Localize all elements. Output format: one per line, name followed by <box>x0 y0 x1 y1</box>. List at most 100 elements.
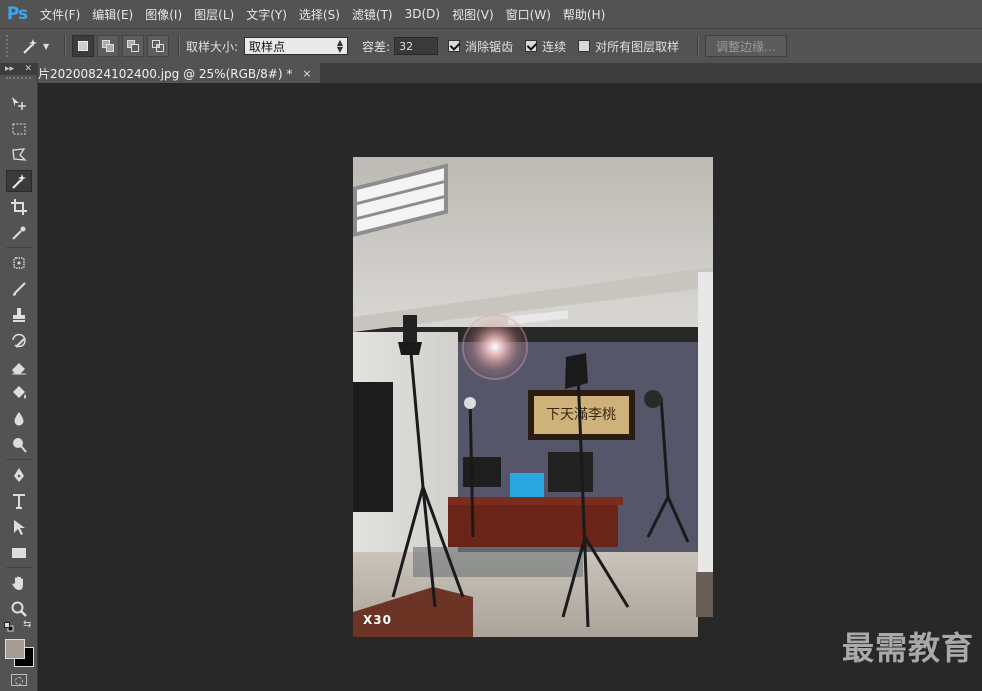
rectangle-icon <box>12 548 26 558</box>
default-colors-icon[interactable] <box>4 622 14 632</box>
contiguous-option[interactable]: 连续 <box>525 38 566 55</box>
toolbox-divider <box>6 567 32 568</box>
camera-watermark: X30 <box>363 613 392 627</box>
move-tool[interactable] <box>6 92 32 114</box>
path-selection-icon <box>14 520 25 535</box>
options-bar: ▼ 取样大小: 取样点 ▲ ▼ 容差: 32 消除锯齿 连续 对所有图层取样 调整… <box>0 28 982 64</box>
document-tab[interactable]: 片20200824102400.jpg @ 25%(RGB/8#) * × <box>38 63 320 83</box>
type-icon <box>13 494 25 509</box>
document-tab-strip: 片20200824102400.jpg @ 25%(RGB/8#) * × <box>38 63 982 83</box>
antialias-checkbox[interactable] <box>448 40 461 52</box>
water-drop-icon <box>14 412 24 426</box>
subtract-selection-icon <box>127 40 139 52</box>
rectangular-marquee-icon <box>12 123 26 135</box>
menu-window[interactable]: 窗口(W) <box>500 6 557 23</box>
lasso-tool[interactable] <box>6 144 32 166</box>
all-layers-option[interactable]: 对所有图层取样 <box>578 38 679 55</box>
magic-wand-icon <box>12 174 26 189</box>
dodge-icon <box>13 438 27 453</box>
toolbox: ▸▸ ✕ ⇆ <box>0 63 38 691</box>
refine-edge-button[interactable]: 调整边缘... <box>705 35 787 57</box>
move-icon <box>12 97 26 110</box>
tool-preset-picker[interactable]: ▼ <box>20 33 58 59</box>
site-watermark: 最需教育 <box>841 629 974 667</box>
menu-layer[interactable]: 图层(L) <box>188 6 240 23</box>
magic-wand-tool[interactable] <box>6 170 32 192</box>
divider <box>64 35 66 57</box>
rectangle-tool[interactable] <box>6 542 32 564</box>
clone-stamp-tool[interactable] <box>6 304 32 326</box>
add-to-selection-button[interactable] <box>97 35 119 57</box>
brush-icon <box>13 282 26 296</box>
antialias-label: 消除锯齿 <box>465 39 514 54</box>
menu-view[interactable]: 视图(V) <box>446 6 500 23</box>
close-panel-icon[interactable]: ✕ <box>24 64 32 74</box>
bandage-icon <box>13 257 25 269</box>
new-selection-icon <box>78 41 88 51</box>
hand-tool[interactable] <box>6 572 32 594</box>
dodge-tool[interactable] <box>6 434 32 456</box>
paint-bucket-icon <box>13 386 26 399</box>
history-brush-tool[interactable] <box>6 330 32 352</box>
sample-size-label: 取样大小: <box>186 39 239 54</box>
menu-select[interactable]: 选择(S) <box>293 6 346 23</box>
zoom-tool[interactable] <box>6 598 32 620</box>
contiguous-label: 连续 <box>542 39 567 54</box>
hand-icon <box>12 576 23 590</box>
menu-help[interactable]: 帮助(H) <box>557 6 611 23</box>
antialias-option[interactable]: 消除锯齿 <box>448 38 513 55</box>
foreground-color-swatch[interactable] <box>5 639 25 659</box>
menu-type[interactable]: 文字(Y) <box>240 6 293 23</box>
options-grip[interactable] <box>6 35 16 57</box>
office-photo: 下天滿李桃 <box>353 157 713 637</box>
menu-bar: Ps 文件(F) 编辑(E) 图像(I) 图层(L) 文字(Y) 选择(S) 滤… <box>0 0 982 28</box>
eraser-tool[interactable] <box>6 356 32 378</box>
photoshop-logo: Ps <box>6 4 28 24</box>
tolerance-label: 容差: <box>362 39 391 54</box>
magic-wand-icon <box>23 39 37 54</box>
close-icon[interactable]: × <box>302 67 311 80</box>
toolbox-divider <box>6 247 32 248</box>
stamp-icon <box>13 308 25 322</box>
healing-brush-tool[interactable] <box>6 252 32 274</box>
intersect-selection-button[interactable] <box>147 35 169 57</box>
sample-size-select[interactable]: 取样点 ▲ ▼ <box>244 37 349 55</box>
subtract-from-selection-button[interactable] <box>122 35 144 57</box>
eyedropper-icon <box>12 226 26 240</box>
divider <box>697 35 700 57</box>
pen-tool[interactable] <box>6 464 32 486</box>
quick-mask-button[interactable] <box>11 674 27 686</box>
quick-mask-icon <box>15 677 23 685</box>
blur-tool[interactable] <box>6 408 32 430</box>
crop-tool[interactable] <box>6 196 32 218</box>
path-selection-tool[interactable] <box>6 516 32 538</box>
divider <box>178 35 180 57</box>
all-layers-checkbox[interactable] <box>578 40 591 52</box>
menu-3d[interactable]: 3D(D) <box>399 7 446 21</box>
menu-image[interactable]: 图像(I) <box>139 6 188 23</box>
toolbox-header: ▸▸ ✕ <box>0 63 37 75</box>
swap-colors-icon[interactable]: ⇆ <box>23 619 31 630</box>
expand-panel-icon[interactable]: ▸▸ <box>5 64 14 74</box>
zoom-icon <box>11 601 27 617</box>
crop-icon <box>11 199 27 215</box>
menu-filter[interactable]: 滤镜(T) <box>346 6 399 23</box>
chevron-down-icon: ▼ <box>43 41 50 51</box>
intersect-selection-icon <box>152 40 164 52</box>
menu-edit[interactable]: 编辑(E) <box>86 6 139 23</box>
document-canvas[interactable]: 下天滿李桃 X30 <box>353 157 713 637</box>
polygonal-lasso-icon <box>12 148 27 161</box>
new-selection-button[interactable] <box>72 35 94 57</box>
menu-file[interactable]: 文件(F) <box>34 6 86 23</box>
marquee-tool[interactable] <box>6 118 32 140</box>
updown-arrow-icon: ▲ ▼ <box>336 38 344 54</box>
tolerance-input[interactable]: 32 <box>394 37 439 55</box>
eyedropper-tool[interactable] <box>6 222 32 244</box>
eraser-icon <box>12 363 26 375</box>
toolbox-grip[interactable] <box>6 77 31 85</box>
brush-tool[interactable] <box>6 278 32 300</box>
type-tool[interactable] <box>6 490 32 512</box>
add-selection-icon <box>102 40 114 52</box>
contiguous-checkbox[interactable] <box>525 40 538 52</box>
paint-bucket-tool[interactable] <box>6 382 32 404</box>
